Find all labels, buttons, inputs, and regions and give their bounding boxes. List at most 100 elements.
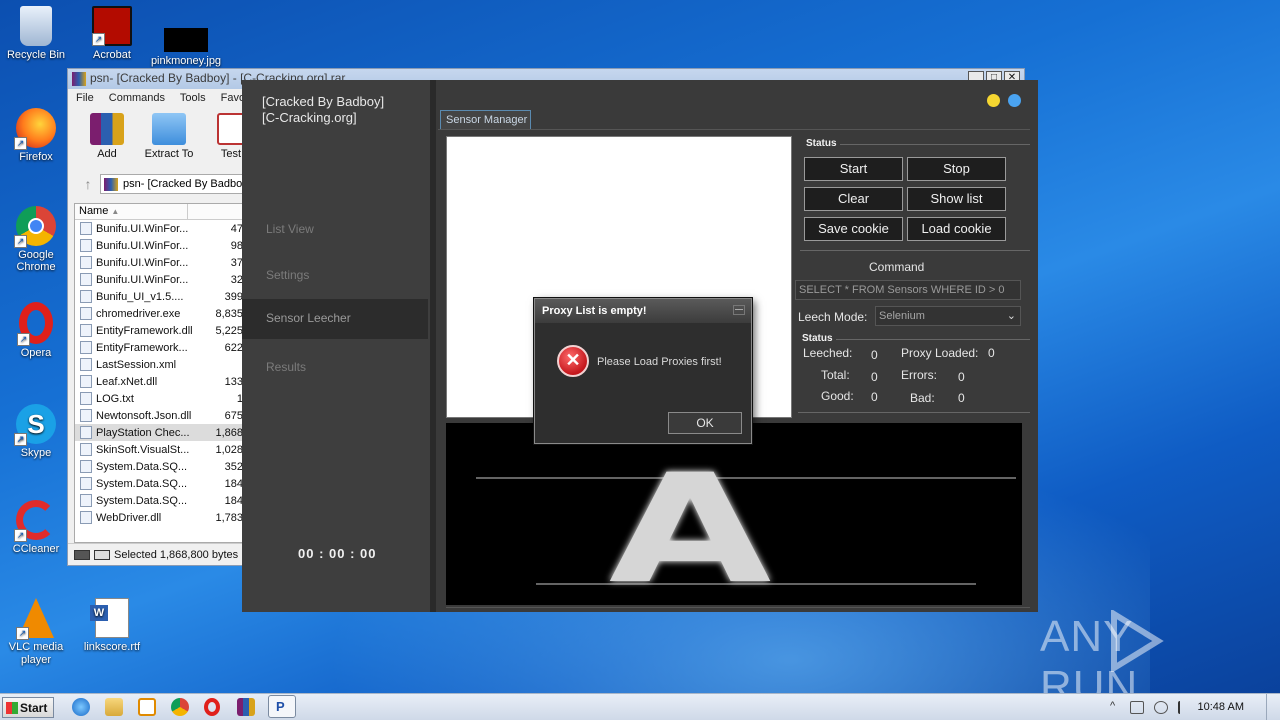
file-icon xyxy=(80,324,92,337)
file-row[interactable]: PlayStation Chec... 1,868 xyxy=(75,424,243,441)
preview-glyph: A xyxy=(608,443,772,605)
desktop-icon-ccleaner[interactable]: ↗ CCleaner xyxy=(0,500,72,555)
ie-icon[interactable] xyxy=(72,698,90,716)
clear-button[interactable]: Clear xyxy=(804,187,903,211)
menu-tools[interactable]: Tools xyxy=(180,92,206,104)
desktop-icon-opera[interactable]: ↗ Opera xyxy=(0,302,72,359)
nav-results[interactable]: Results xyxy=(242,348,428,388)
file-name: Bunifu.UI.WinFor... xyxy=(96,256,189,269)
playstation-app-icon[interactable]: P xyxy=(268,695,296,718)
desktop-icon-skype[interactable]: S ↗ Skype xyxy=(0,404,72,459)
chrome-icon: ↗ xyxy=(14,206,56,248)
dialog-minimize-button[interactable]: — xyxy=(733,305,745,315)
file-name: Bunifu.UI.WinFor... xyxy=(96,239,189,252)
file-row[interactable]: System.Data.SQ... 352 xyxy=(75,458,243,475)
file-row[interactable]: EntityFramework... 622 xyxy=(75,339,243,356)
menu-commands[interactable]: Commands xyxy=(109,92,165,104)
group-line xyxy=(800,250,1030,251)
desktop-icon-vlc[interactable]: ↗ VLC media player xyxy=(0,598,72,667)
opera-icon[interactable] xyxy=(204,698,220,716)
winrar-icon[interactable] xyxy=(237,698,255,716)
file-icon xyxy=(80,443,92,456)
dialog-title-bar[interactable]: Proxy List is empty! — xyxy=(535,299,751,323)
bad-label: Bad: xyxy=(910,391,935,405)
file-row[interactable]: SkinSoft.VisualSt... 1,028 xyxy=(75,441,243,458)
desktop-icon-label: Skype xyxy=(20,447,52,459)
leech-mode-select[interactable]: Selenium ⌄ xyxy=(875,306,1021,326)
chrome-icon[interactable] xyxy=(171,698,189,716)
recycle-bin-icon xyxy=(20,6,52,46)
menu-file[interactable]: File xyxy=(76,92,94,104)
file-row[interactable]: EntityFramework.dll 5,225 xyxy=(75,322,243,339)
desktop-icon-recycle-bin[interactable]: Recycle Bin xyxy=(0,6,72,61)
file-row[interactable]: Newtonsoft.Json.dll 675 xyxy=(75,407,243,424)
file-row[interactable]: Leaf.xNet.dll 133 xyxy=(75,373,243,390)
file-name: Newtonsoft.Json.dll xyxy=(96,409,192,422)
bottom-line xyxy=(446,607,1030,608)
file-row[interactable]: chromedriver.exe 8,835 xyxy=(75,305,243,322)
file-row[interactable]: Bunifu.UI.WinFor... 32 xyxy=(75,271,243,288)
command-input[interactable]: SELECT * FROM Sensors WHERE ID > 0 xyxy=(795,280,1021,300)
bad-value: 0 xyxy=(958,391,965,405)
path-field[interactable]: psn- [Cracked By Badboy] - [C-Cracking.o… xyxy=(100,174,246,194)
minimize-dot[interactable] xyxy=(987,94,1000,107)
desktop-icon-acrobat[interactable]: ↗ Acrobat xyxy=(76,6,148,61)
path-bar: ↑ psn- [Cracked By Badboy] - [C-Cracking… xyxy=(76,173,246,195)
maximize-dot[interactable] xyxy=(1008,94,1021,107)
file-row[interactable]: System.Data.SQ... 184 xyxy=(75,475,243,492)
show-desktop-button[interactable] xyxy=(1266,694,1280,720)
chevron-down-icon: ⌄ xyxy=(1006,310,1016,322)
file-size: 1 xyxy=(236,392,243,405)
file-size: 133 xyxy=(224,375,243,388)
file-row[interactable]: Bunifu_UI_v1.5.... 399 xyxy=(75,288,243,305)
file-row[interactable]: Bunifu.UI.WinFor... 37 xyxy=(75,254,243,271)
start-button[interactable]: Start xyxy=(2,697,54,718)
file-name: LastSession.xml xyxy=(96,358,177,371)
leech-mode-label: Leech Mode: xyxy=(798,310,868,324)
network-icon[interactable] xyxy=(1130,701,1144,714)
nav-settings[interactable]: Settings xyxy=(242,256,428,296)
file-size: 32 xyxy=(230,273,243,286)
add-button[interactable]: Add xyxy=(82,113,132,163)
nav-list-view[interactable]: List View xyxy=(242,210,428,250)
good-label: Good: xyxy=(821,389,854,403)
tab-sensor-manager[interactable]: Sensor Manager xyxy=(440,110,531,129)
ok-button[interactable]: OK xyxy=(668,412,742,434)
file-row[interactable]: LastSession.xml xyxy=(75,356,243,373)
show-hidden-icons-icon[interactable]: ^ xyxy=(1110,700,1115,712)
nav-sensor-leecher[interactable]: Sensor Leecher xyxy=(242,299,428,339)
show-list-button[interactable]: Show list xyxy=(907,187,1006,211)
flag-icon[interactable] xyxy=(1178,701,1192,714)
desktop-icon-label: Acrobat xyxy=(93,49,131,61)
up-arrow-icon[interactable]: ↑ xyxy=(76,176,100,192)
load-cookie-button[interactable]: Load cookie xyxy=(907,217,1006,241)
sidebar-divider xyxy=(430,80,436,612)
file-row[interactable]: WebDriver.dll 1,783 xyxy=(75,509,243,526)
brand-line-1: [Cracked By Badboy] xyxy=(262,94,385,109)
drive-icon[interactable] xyxy=(74,550,90,560)
media-player-icon[interactable] xyxy=(138,698,156,716)
explorer-icon[interactable] xyxy=(105,698,123,716)
file-size: 47 xyxy=(230,222,243,235)
stop-button[interactable]: Stop xyxy=(907,157,1006,181)
file-icon xyxy=(80,426,92,439)
group-line xyxy=(798,412,1030,413)
desktop-icon-chrome[interactable]: ↗ Google Chrome xyxy=(0,206,72,273)
file-row[interactable]: LOG.txt 1 xyxy=(75,390,243,407)
file-row[interactable]: System.Data.SQ... 184 xyxy=(75,492,243,509)
file-list[interactable]: Name ▲ Bunifu.UI.WinFor... 47 Bunifu.UI.Wi… xyxy=(74,203,244,543)
clock[interactable]: 10:48 AM xyxy=(1198,701,1244,713)
column-size[interactable] xyxy=(188,204,243,219)
desktop-icon-linkscore[interactable]: W linkscore.rtf xyxy=(76,598,148,653)
start-button[interactable]: Start xyxy=(804,157,903,181)
desktop-icon-firefox[interactable]: ↗ Firefox xyxy=(0,108,72,163)
ccleaner-icon: ↗ xyxy=(14,500,56,542)
save-cookie-button[interactable]: Save cookie xyxy=(804,217,903,241)
key-icon[interactable] xyxy=(94,550,110,560)
extract-to-button[interactable]: Extract To xyxy=(144,113,194,163)
column-name[interactable]: Name ▲ xyxy=(75,204,188,219)
file-row[interactable]: Bunifu.UI.WinFor... 98 xyxy=(75,237,243,254)
desktop-icon-pinkmoney[interactable]: pinkmoney.jpg xyxy=(150,6,222,67)
file-row[interactable]: Bunifu.UI.WinFor... 47 xyxy=(75,220,243,237)
volume-icon[interactable] xyxy=(1154,701,1168,714)
